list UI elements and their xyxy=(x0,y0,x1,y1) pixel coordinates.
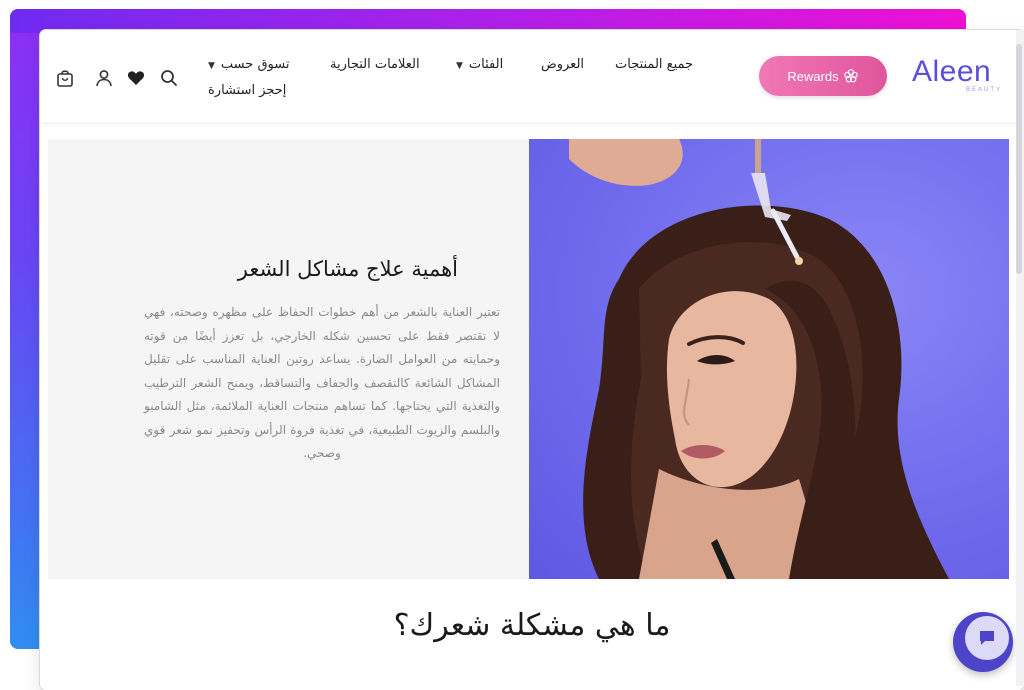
chat-button[interactable] xyxy=(953,612,1019,672)
nav-shop-by-label: تسوق حسب xyxy=(220,57,290,72)
user-icon[interactable] xyxy=(94,68,114,88)
nav-book-consultation[interactable]: إحجز استشارة xyxy=(208,82,286,100)
heart-icon[interactable] xyxy=(126,68,146,88)
rewards-label: Rewards xyxy=(787,68,839,84)
nav-offers[interactable]: العروض xyxy=(541,56,584,74)
woman-portrait-image xyxy=(569,139,949,579)
nav-categories-label: الفئات xyxy=(468,57,504,72)
nav-all-products[interactable]: جميع المنتجات xyxy=(615,56,693,74)
hero-description: تعتبر العناية بالشعر من أهم خطوات الحفاظ… xyxy=(144,305,500,460)
hair-problem-heading: ما هي مشكلة شعرك؟ xyxy=(393,608,671,643)
nav-categories[interactable]: الفئات ▼ xyxy=(456,56,503,75)
hero-image xyxy=(529,139,1009,579)
hero-title: أهمية علاج مشاكل الشعر xyxy=(237,257,458,281)
site-header: Aleen BEAUTY Rewards جميع المنتجات العرو… xyxy=(40,30,1024,122)
cart-icon[interactable] xyxy=(55,68,75,88)
nav-shop-by[interactable]: تسوق حسب ▼ xyxy=(208,56,289,75)
scrollbar-thumb[interactable] xyxy=(1016,44,1022,274)
nav-brands[interactable]: العلامات التجارية xyxy=(330,56,420,74)
logo-text: Aleen xyxy=(912,55,992,88)
logo[interactable]: Aleen BEAUTY xyxy=(912,54,1008,94)
chevron-down-icon: ▼ xyxy=(456,61,463,71)
chevron-down-icon: ▼ xyxy=(208,61,215,71)
logo-subtitle: BEAUTY xyxy=(966,87,1003,93)
search-icon[interactable] xyxy=(159,68,179,88)
browser-page: Aleen BEAUTY Rewards جميع المنتجات العرو… xyxy=(40,30,1024,690)
hero-text-panel: أهمية علاج مشاكل الشعر تعتبر العناية بال… xyxy=(48,139,530,579)
chat-bubble-icon xyxy=(965,616,1009,660)
scrollbar[interactable] xyxy=(1016,30,1024,686)
rewards-button[interactable]: Rewards xyxy=(759,56,887,96)
flower-icon xyxy=(843,69,858,83)
